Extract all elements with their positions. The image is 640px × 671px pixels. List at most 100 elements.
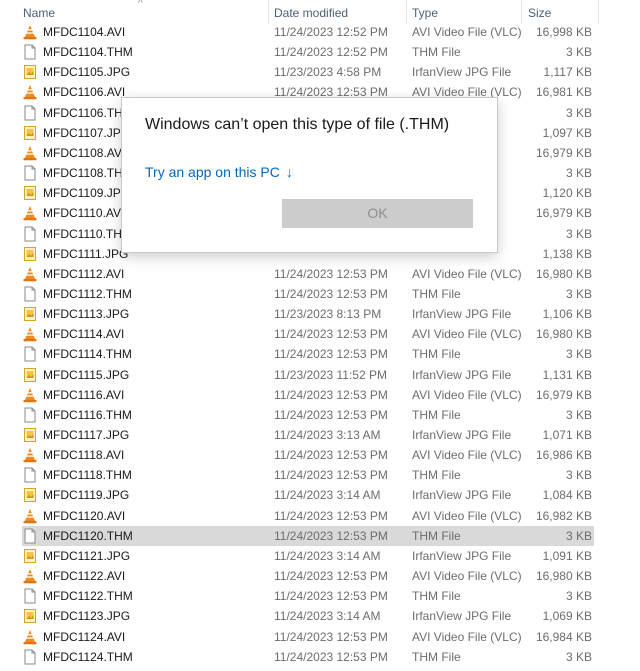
file-size: 16,980 KB [535,327,592,342]
file-type: IrfanView JPG File [412,488,512,503]
file-size: 16,980 KB [535,569,592,583]
file-name: MFDC1114.AVI [43,327,125,342]
file-size: 16,979 KB [535,145,592,160]
vlc-cone-icon [22,326,38,342]
file-row[interactable]: MFDC1122.AVI 11/24/2023 12:53 PM AVI Video… [22,566,594,586]
file-row[interactable]: MFDC1115.JPG 11/23/2023 11:52 PM IrfanView… [22,365,594,385]
vlc-cone-icon [22,629,38,645]
file-row[interactable]: MFDC1112.THM 11/24/2023 12:53 PM THM File 3… [22,284,594,304]
file-row[interactable]: MFDC1113.JPG 11/23/2023 8:13 PM IrfanView … [22,304,594,324]
file-type: THM File [412,407,461,422]
file-date-modified: 11/24/2023 3:14 AM [274,609,381,624]
file-type: THM File [412,528,461,543]
file-size: 16,979 KB [535,206,592,221]
blank-file-icon [22,346,38,362]
vlc-cone-icon [22,84,38,100]
file-name: MFDC1108.THM [43,166,133,180]
file-row[interactable]: MFDC1121.JPG 11/24/2023 3:14 AM IrfanView … [22,546,594,566]
file-row[interactable]: MFDC1120.THM 11/24/2023 12:53 PM THM File 3… [22,525,594,546]
file-size: 16,986 KB [535,448,592,463]
column-header-size[interactable]: Size [528,0,551,24]
file-size: 1,106 KB [542,307,592,322]
arrow-down-icon: ↓ [285,164,293,180]
file-date-modified: 11/24/2023 12:53 PM [274,266,388,281]
file-size: 3 KB [565,347,592,362]
file-row[interactable]: MFDC1120.AVI 11/24/2023 12:53 PM AVI Video… [22,506,594,526]
file-date-modified: 11/24/2023 12:53 PM [274,649,388,664]
column-header-type[interactable]: Type [412,0,438,24]
file-row[interactable]: MFDC1118.AVI 11/24/2023 12:53 PM AVI Video… [22,445,594,465]
file-date-modified: 11/24/2023 12:53 PM [274,569,388,583]
file-row[interactable]: MFDC1124.THM 11/24/2023 12:53 PM THM File 3… [22,647,594,667]
column-header-date-modified[interactable]: Date modified [274,0,348,24]
file-row[interactable]: MFDC1116.AVI 11/24/2023 12:53 PM AVI Video… [22,385,594,405]
file-name: MFDC1124.AVI [43,629,126,644]
file-name: MFDC1108.AVI [43,145,126,160]
file-size: 3 KB [565,528,592,543]
vlc-cone-icon [22,24,38,40]
column-divider[interactable] [598,0,599,24]
file-row[interactable]: MFDC1112.AVI 11/24/2023 12:53 PM AVI Video… [22,264,594,284]
file-date-modified: 11/24/2023 12:53 PM [274,468,388,483]
image-file-icon [22,125,38,141]
column-divider[interactable] [406,0,407,24]
column-divider[interactable] [268,0,269,24]
file-row[interactable]: MFDC1124.AVI 11/24/2023 12:53 PM AVI Video… [22,627,594,647]
file-type: AVI Video File (VLC) [412,266,522,281]
column-header-name[interactable]: Name [23,0,55,24]
file-row[interactable]: MFDC1123.JPG 11/24/2023 3:14 AM IrfanView … [22,606,594,626]
file-row[interactable]: MFDC1105.JPG 11/23/2023 4:58 PM IrfanView … [22,62,594,82]
file-row[interactable]: MFDC1119.JPG 11/24/2023 3:14 AM IrfanView … [22,485,594,505]
image-file-icon [22,64,38,80]
file-row[interactable]: MFDC1122.THM 11/24/2023 12:53 PM THM File 3… [22,586,594,606]
file-name: MFDC1106.THM [43,105,133,120]
file-type: IrfanView JPG File [412,65,512,80]
file-type: THM File [412,286,461,301]
file-date-modified: 11/24/2023 3:13 AM [274,428,381,442]
file-date-modified: 11/23/2023 8:13 PM [274,307,382,322]
file-date-modified: 11/24/2023 12:53 PM [274,347,388,362]
file-type: AVI Video File (VLC) [412,629,522,644]
file-name: MFDC1122.THM [43,589,133,604]
file-name: MFDC1113.JPG [43,307,130,322]
file-name: MFDC1120.THM [43,528,133,543]
file-date-modified: 11/24/2023 12:53 PM [274,327,388,342]
file-row[interactable]: MFDC1116.THM 11/24/2023 12:53 PM THM File 3… [22,405,594,425]
blank-file-icon [22,105,38,121]
file-name: MFDC1121.JPG [43,548,131,563]
file-row[interactable]: MFDC1104.AVI 11/24/2023 12:52 PM AVI Video… [22,22,594,42]
file-type: IrfanView JPG File [412,609,512,624]
file-name: MFDC1106.AVI [43,85,126,100]
file-size: 1,120 KB [542,186,592,201]
file-date-modified: 11/24/2023 12:52 PM [274,25,388,39]
file-row[interactable]: MFDC1114.THM 11/24/2023 12:53 PM THM File 3… [22,344,594,364]
image-file-icon [22,367,38,383]
file-type: IrfanView JPG File [412,548,512,563]
file-row[interactable]: MFDC1118.THM 11/24/2023 12:53 PM THM File 3… [22,465,594,485]
blank-file-icon [22,165,38,181]
file-type: AVI Video File (VLC) [412,387,522,402]
file-type: THM File [412,347,461,362]
file-type: IrfanView JPG File [412,367,512,382]
file-name: MFDC1120.AVI [43,508,126,523]
file-size: 1,071 KB [542,428,592,442]
file-size: 16,982 KB [535,508,592,523]
file-row[interactable]: MFDC1104.THM 11/24/2023 12:52 PM THM File 3… [22,42,594,62]
file-name: MFDC1118.THM [43,468,132,483]
try-app-link-label: Try an app on this PC [145,164,280,180]
vlc-cone-icon [22,568,38,584]
column-divider[interactable] [521,0,522,24]
image-file-icon [22,306,38,322]
file-name: MFDC1112.AVI [43,266,125,281]
file-size: 16,984 KB [535,629,592,644]
file-name: MFDC1111.JPG [43,246,129,261]
vlc-cone-icon [22,447,38,463]
ok-button[interactable]: OK [282,199,473,228]
file-size: 16,981 KB [535,85,592,100]
file-date-modified: 11/23/2023 11:52 PM [274,367,387,382]
file-row[interactable]: MFDC1117.JPG 11/24/2023 3:13 AM IrfanView … [22,425,594,445]
file-date-modified: 11/24/2023 12:53 PM [274,286,388,301]
file-row[interactable]: MFDC1114.AVI 11/24/2023 12:53 PM AVI Video… [22,324,594,344]
file-date-modified: 11/24/2023 12:53 PM [274,629,388,644]
try-app-link[interactable]: Try an app on this PC ↓ [145,164,293,180]
